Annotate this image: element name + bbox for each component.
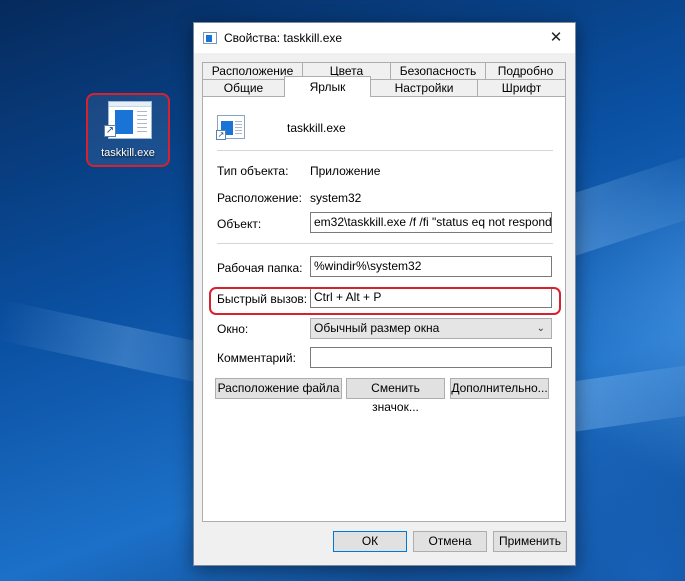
close-button[interactable]: ✕ <box>545 27 567 49</box>
properties-dialog: Свойства: taskkill.exe ✕ Расположение Цв… <box>193 22 576 566</box>
tab-security[interactable]: Безопасность <box>390 62 486 79</box>
comment-field[interactable] <box>310 347 552 368</box>
tab-details[interactable]: Подробно <box>485 62 566 79</box>
shortcut-file-icon: ↗ <box>216 115 245 140</box>
advanced-button[interactable]: Дополнительно... <box>450 378 549 399</box>
shortcut-tab-panel: ↗ taskkill.exe Тип объекта: Приложение Р… <box>202 96 566 522</box>
divider <box>217 243 553 244</box>
target-label: Объект: <box>217 217 262 231</box>
window-app-icon <box>203 32 217 44</box>
start-in-field[interactable]: %windir%\system32 <box>310 256 552 277</box>
hotkey-label: Быстрый вызов: <box>217 292 308 306</box>
tab-options[interactable]: Настройки <box>370 79 478 96</box>
shortcut-overlay-arrow-icon: ↗ <box>216 130 226 140</box>
close-icon: ✕ <box>549 29 563 46</box>
tab-general[interactable]: Общие <box>202 79 285 96</box>
tab-font[interactable]: Шрифт <box>477 79 566 96</box>
shortcut-arrow-icon: ↗ <box>104 125 116 137</box>
title-bar[interactable]: Свойства: taskkill.exe ✕ <box>194 23 575 53</box>
type-value: Приложение <box>310 164 381 178</box>
cancel-button[interactable]: Отмена <box>413 531 487 552</box>
tab-shortcut[interactable]: Ярлык <box>284 76 371 97</box>
chevron-down-icon: ⌄ <box>536 323 545 334</box>
apply-button[interactable]: Применить <box>493 531 567 552</box>
desktop-shortcut-taskkill[interactable]: ↗ taskkill.exe <box>86 93 170 167</box>
type-label: Тип объекта: <box>217 164 289 178</box>
start-in-label: Рабочая папка: <box>217 261 303 275</box>
open-file-location-button[interactable]: Расположение файла <box>215 378 342 399</box>
divider <box>217 150 553 151</box>
target-field[interactable]: em32\taskkill.exe /f /fi "status eq not … <box>310 212 552 233</box>
ok-button[interactable]: ОК <box>333 531 407 552</box>
location-value: system32 <box>310 191 362 205</box>
run-select[interactable]: Обычный размер окна ⌄ <box>310 318 552 339</box>
window-title: Свойства: taskkill.exe <box>224 31 343 45</box>
run-select-value: Обычный размер окна <box>314 321 440 335</box>
hotkey-field[interactable]: Ctrl + Alt + P <box>310 287 552 308</box>
location-label: Расположение: <box>217 191 302 205</box>
run-label: Окно: <box>217 322 249 336</box>
comment-label: Комментарий: <box>217 351 296 365</box>
desktop-icon-label: taskkill.exe <box>101 147 155 159</box>
change-icon-button[interactable]: Сменить значок... <box>346 378 445 414</box>
shortcut-file-name: taskkill.exe <box>287 121 346 135</box>
